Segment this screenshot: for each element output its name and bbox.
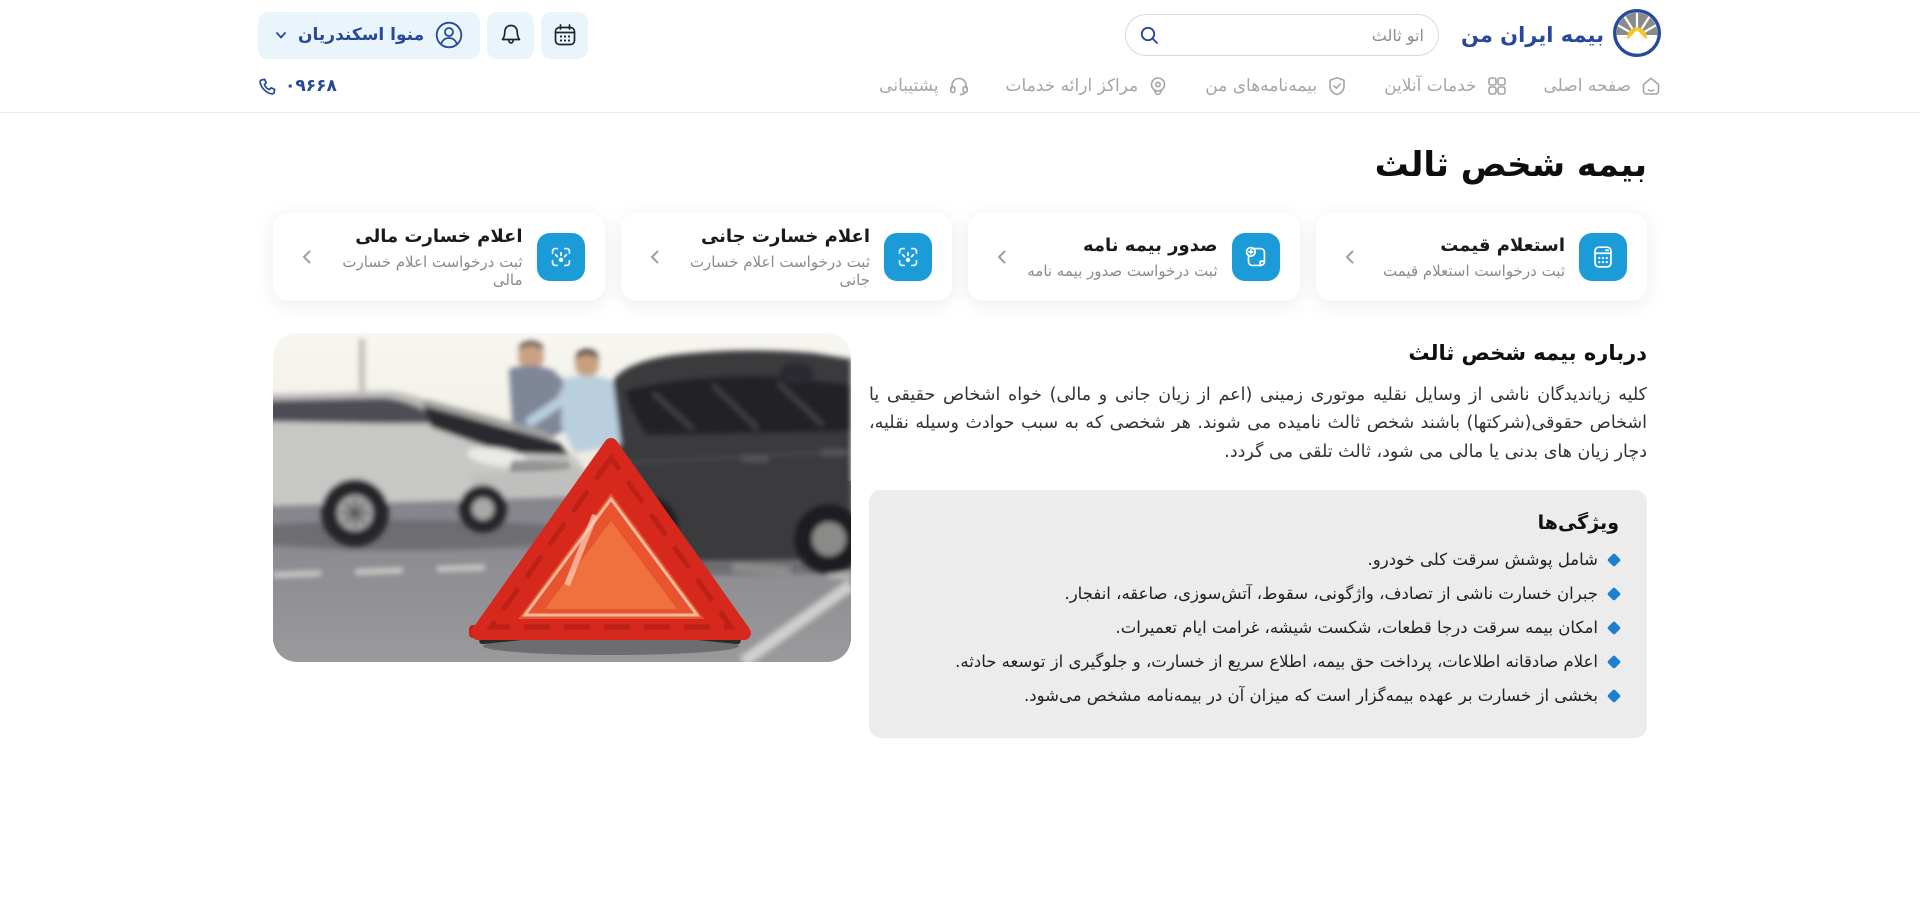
feature-item: امکان بیمه سرقت درجا قطعات، شکست شیشه، غ… <box>897 618 1619 637</box>
chevron-left-icon <box>992 247 1012 267</box>
feature-item: شامل پوشش سرقت کلی خودرو. <box>897 550 1619 569</box>
user-avatar-icon <box>434 20 464 50</box>
diamond-bullet-icon <box>1607 552 1621 566</box>
phone-icon <box>258 77 277 96</box>
feature-item: جبران خسارت ناشی از تصادف، واژگونی، سقوط… <box>897 584 1619 603</box>
card-subtitle: ثبت درخواست اعلام خسارت جانی <box>679 253 871 289</box>
grid-icon <box>1486 75 1508 97</box>
chevron-left-icon <box>297 247 317 267</box>
card-title: استعلام قیمت <box>1383 235 1565 256</box>
about-section-title: درباره بیمه شخص ثالث <box>869 341 1647 365</box>
features-box: ویژگی‌ها شامل پوشش سرقت کلی خودرو. جبران… <box>869 490 1647 738</box>
card-policy-issue[interactable]: صدور بیمه نامه ثبت درخواست صدور بیمه نام… <box>968 213 1300 301</box>
card-title: صدور بیمه نامه <box>1027 235 1217 256</box>
page-title: بیمه شخص ثالث <box>273 145 1647 185</box>
logo-text: بیمه ایران من <box>1461 23 1604 47</box>
nav-item-home[interactable]: صفحه اصلی <box>1544 75 1662 97</box>
policy-issue-icon <box>1232 233 1280 281</box>
sun-mountain-logo-icon <box>1612 8 1662 62</box>
header: بیمه ایران من <box>0 0 1920 113</box>
main-content: بیمه شخص ثالث استعلام قیمت ثبت درخواست ا… <box>273 145 1647 738</box>
search-icon[interactable] <box>1138 24 1160 46</box>
calendar-icon <box>552 22 578 48</box>
notifications-button[interactable] <box>487 12 534 59</box>
phone-number: ۰۹۶۶۸ <box>285 76 337 96</box>
collision-icon <box>537 233 585 281</box>
diamond-bullet-icon <box>1607 620 1621 634</box>
nav-item-online-services[interactable]: خدمات آنلاین <box>1384 75 1507 97</box>
accident-photo <box>273 333 851 662</box>
search-box <box>1125 14 1439 56</box>
main-navigation: صفحه اصلی خدمات آنلاین <box>258 60 1662 112</box>
calculator-icon <box>1579 233 1627 281</box>
shield-check-icon <box>1326 75 1348 97</box>
chevron-down-icon <box>274 28 288 42</box>
collision-icon <box>884 233 932 281</box>
nav-item-my-policies[interactable]: بیمه‌نامه‌های من <box>1205 75 1348 97</box>
user-menu[interactable]: منوا اسکندریان <box>258 12 480 59</box>
nav-item-support[interactable]: پشتیبانی <box>879 75 969 97</box>
diamond-bullet-icon <box>1607 586 1621 600</box>
nav-item-service-centers[interactable]: مراکز ارائه خدمات <box>1006 75 1170 97</box>
calendar-button[interactable] <box>541 12 588 59</box>
card-financial-damage-claim[interactable]: اعلام خسارت مالی ثبت درخواست اعلام خسارت… <box>273 213 605 301</box>
feature-item: بخشی از خسارت بر عهده بیمه‌گزار است که م… <box>897 686 1619 705</box>
bell-icon <box>498 22 524 48</box>
card-subtitle: ثبت درخواست استعلام قیمت <box>1383 262 1565 280</box>
nav-label: صفحه اصلی <box>1544 76 1631 96</box>
user-name: منوا اسکندریان <box>298 25 424 45</box>
card-title: اعلام خسارت مالی <box>331 226 523 247</box>
phone-link[interactable]: ۰۹۶۶۸ <box>258 76 337 96</box>
diamond-bullet-icon <box>1607 654 1621 668</box>
about-section-body: کلیه زیاندیدگان ناشی از وسایل نقلیه موتو… <box>869 381 1647 466</box>
logo[interactable]: بیمه ایران من <box>1461 8 1662 62</box>
card-title: اعلام خسارت جانی <box>679 226 871 247</box>
card-price-inquiry[interactable]: استعلام قیمت ثبت درخواست استعلام قیمت <box>1316 213 1648 301</box>
nav-label: مراکز ارائه خدمات <box>1006 76 1139 96</box>
diamond-bullet-icon <box>1607 688 1621 702</box>
nav-label: پشتیبانی <box>879 76 938 96</box>
chevron-left-icon <box>645 247 665 267</box>
home-icon <box>1640 75 1662 97</box>
chevron-left-icon <box>1340 247 1360 267</box>
nav-label: خدمات آنلاین <box>1384 76 1476 96</box>
location-icon <box>1147 75 1169 97</box>
card-subtitle: ثبت درخواست صدور بیمه نامه <box>1027 262 1217 280</box>
action-cards: استعلام قیمت ثبت درخواست استعلام قیمت <box>273 213 1647 301</box>
features-title: ویژگی‌ها <box>897 512 1619 534</box>
nav-label: بیمه‌نامه‌های من <box>1205 76 1317 96</box>
search-input[interactable] <box>1160 26 1424 45</box>
card-subtitle: ثبت درخواست اعلام خسارت مالی <box>331 253 523 289</box>
headset-icon <box>948 75 970 97</box>
feature-item: اعلام صادقانه اطلاعات، پرداخت حق بیمه، ا… <box>897 652 1619 671</box>
card-bodily-damage-claim[interactable]: اعلام خسارت جانی ثبت درخواست اعلام خسارت… <box>621 213 953 301</box>
